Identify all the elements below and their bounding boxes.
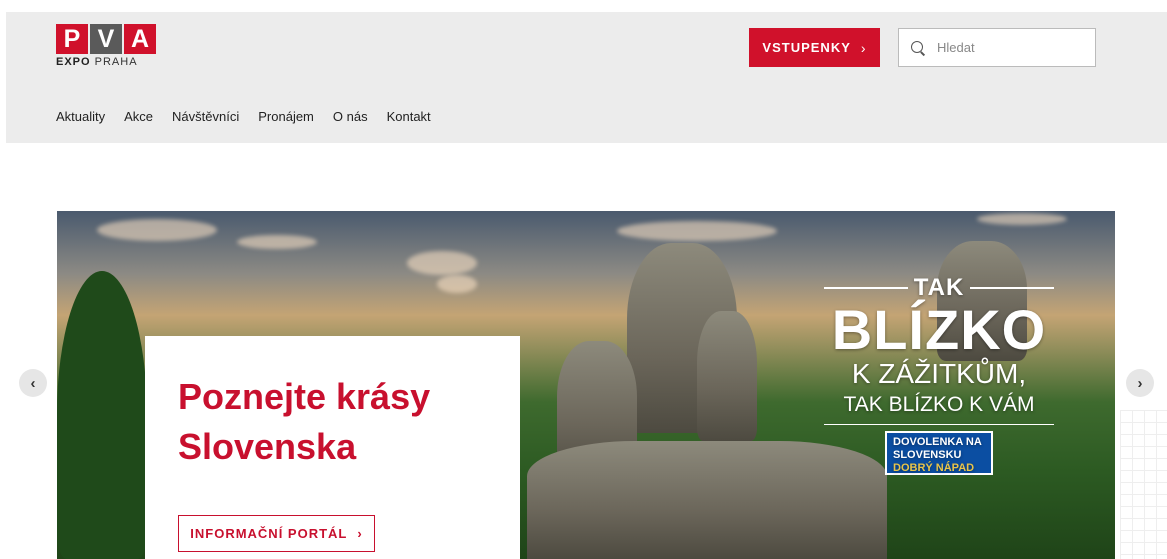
nav-item-navstevnici[interactable]: Návštěvníci (172, 109, 239, 124)
slider-next-button[interactable]: › (1126, 369, 1154, 397)
chevron-right-icon: › (357, 526, 363, 541)
badge-line1: DOVOLENKA NA (893, 436, 982, 448)
nav-item-o-nas[interactable]: O nás (333, 109, 368, 124)
logo-letters: P V A (56, 24, 160, 54)
tickets-button-label: VSTUPENKY (762, 40, 851, 55)
hero-cloud (407, 251, 477, 275)
slider-prev-button[interactable]: ‹ (19, 369, 47, 397)
search-icon (911, 40, 925, 55)
main-nav: Aktuality Akce Návštěvníci Pronájem O ná… (56, 109, 431, 124)
site-header: P V A EXPO PRAHA VSTUPENKY › Aktuality A… (6, 12, 1167, 143)
hero-cloud (977, 213, 1067, 225)
nav-item-akce[interactable]: Akce (124, 109, 153, 124)
hero-title: Poznejte krásy Slovenska (178, 372, 498, 472)
logo-letter-v: V (90, 24, 122, 54)
hero-cloud (617, 221, 777, 241)
slogan-line3: K ZÁŽITKŮM, (851, 358, 1027, 389)
chevron-right-icon: › (860, 39, 867, 56)
hero-cloud (97, 219, 217, 241)
info-portal-button[interactable]: INFORMAČNÍ PORTÁL › (178, 515, 375, 552)
hero-cloud (437, 275, 477, 293)
hero-card: Poznejte krásy Slovenska INFORMAČNÍ PORT… (145, 336, 520, 559)
hero-slogan: TAK BLÍZKO K ZÁŽITKŮM, TAK BLÍZKO K VÁM … (824, 274, 1055, 475)
info-portal-button-label: INFORMAČNÍ PORTÁL (190, 526, 348, 541)
badge-line2: SLOVENSKU (893, 449, 962, 461)
nav-item-kontakt[interactable]: Kontakt (387, 109, 431, 124)
slogan-rule (824, 287, 908, 289)
tickets-button[interactable]: VSTUPENKY › (749, 28, 880, 67)
hero-slider: Poznejte krásy Slovenska INFORMAČNÍ PORT… (57, 211, 1115, 559)
chevron-right-icon: › (1137, 374, 1143, 392)
search-input[interactable] (937, 40, 1077, 55)
hero-rock (697, 311, 757, 441)
badge-line3: DOBRÝ NÁPAD (893, 462, 975, 474)
nav-item-aktuality[interactable]: Aktuality (56, 109, 105, 124)
logo-sub-praha: PRAHA (90, 56, 138, 68)
search-box[interactable] (898, 28, 1096, 67)
grid-decoration (1120, 410, 1167, 559)
slogan-line2: BLÍZKO (831, 298, 1047, 361)
logo-subtitle: EXPO PRAHA (56, 56, 160, 68)
nav-item-pronajem[interactable]: Pronájem (258, 109, 314, 124)
logo-letter-p: P (56, 24, 88, 54)
logo-letter-a: A (124, 24, 156, 54)
hero-cloud (237, 235, 317, 249)
hero-tree (57, 271, 147, 559)
slovakia-badge: DOVOLENKA NA SLOVENSKU DOBRÝ NÁPAD (885, 431, 993, 475)
logo-sub-expo: EXPO (56, 56, 91, 68)
chevron-left-icon: ‹ (30, 374, 36, 392)
slogan-line4: TAK BLÍZKO K VÁM (824, 390, 1054, 425)
hero-title-line1: Poznejte krásy (178, 376, 431, 417)
slogan-rule (970, 287, 1055, 289)
pva-expo-praha-logo[interactable]: P V A EXPO PRAHA (56, 24, 160, 72)
hero-title-line2: Slovenska (178, 426, 357, 467)
